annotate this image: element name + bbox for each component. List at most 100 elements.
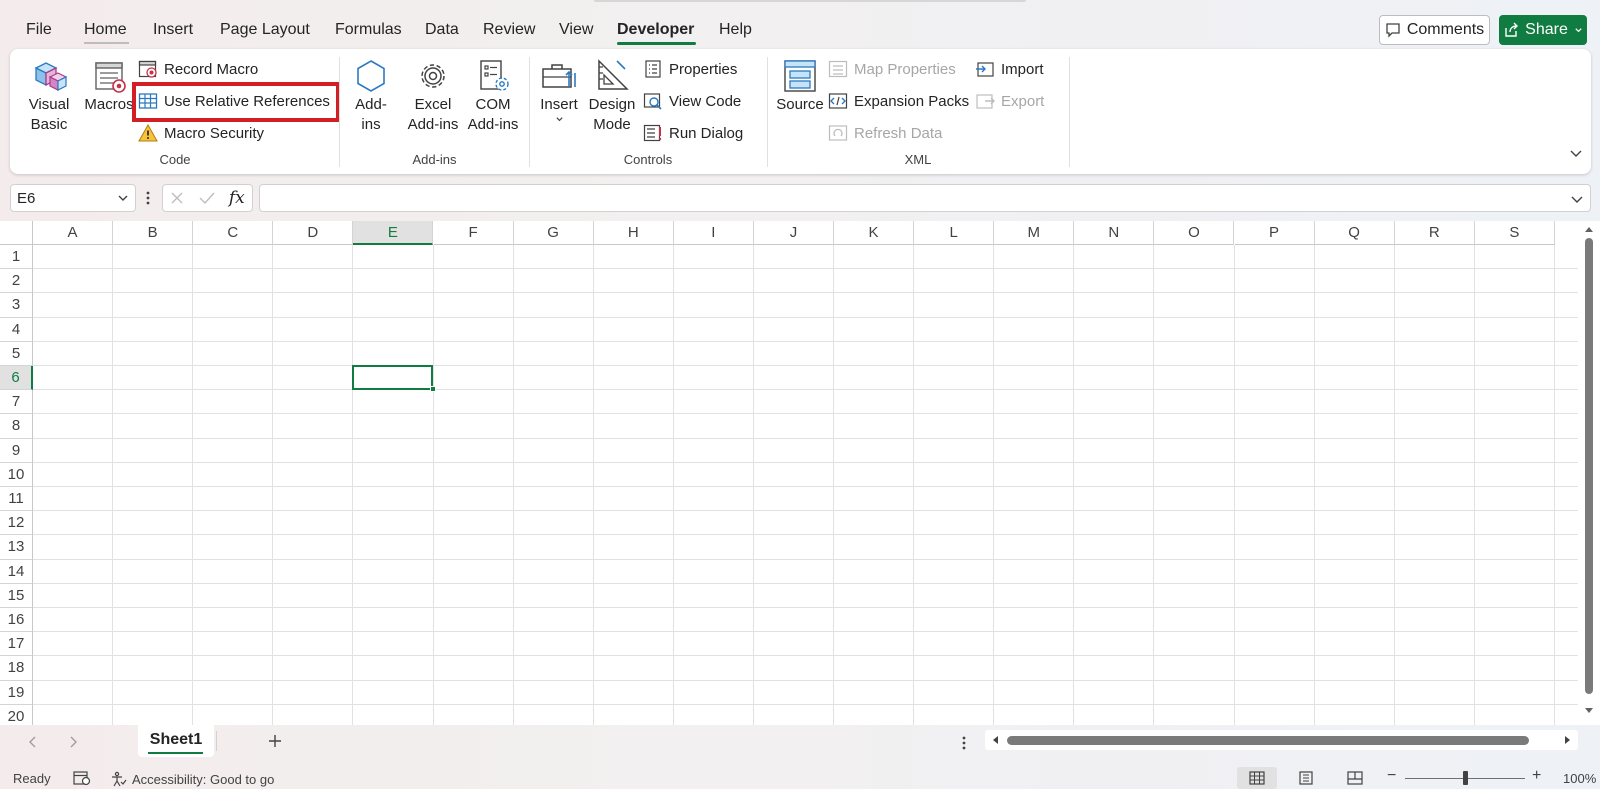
enter-check-icon[interactable] [199,191,215,205]
chevron-right-icon[interactable] [68,736,78,748]
fill-handle[interactable] [429,386,436,393]
column-header-r[interactable]: R [1394,221,1475,245]
add-ins-button[interactable]: Add- ins [347,57,395,135]
column-header-l[interactable]: L [914,221,995,245]
column-header-m[interactable]: M [994,221,1075,245]
column-header-k[interactable]: K [834,221,915,245]
row-header-2[interactable]: 2 [0,269,33,294]
macro-security-button[interactable]: Macro Security [138,123,264,143]
tab-insert[interactable]: Insert [153,21,193,39]
row-header-1[interactable]: 1 [0,245,33,270]
horizontal-scroll-thumb[interactable] [1007,736,1529,745]
row-header-13[interactable]: 13 [0,535,33,560]
scroll-left-icon[interactable] [991,735,999,745]
chevron-down-icon[interactable] [1570,192,1584,206]
map-properties-button[interactable]: Map Properties [828,59,956,79]
add-sheet-icon[interactable] [268,734,282,748]
row-header-15[interactable]: 15 [0,583,33,608]
column-header-s[interactable]: S [1474,221,1555,245]
com-add-ins-button[interactable]: COM Add-ins [463,57,523,135]
column-header-p[interactable]: P [1234,221,1315,245]
tab-formulas[interactable]: Formulas [335,21,402,39]
column-header-j[interactable]: J [753,221,834,245]
more-options-icon[interactable] [961,735,967,751]
row-header-7[interactable]: 7 [0,390,33,415]
row-header-14[interactable]: 14 [0,559,33,584]
select-all-corner[interactable] [0,221,33,245]
row-header-11[interactable]: 11 [0,487,33,512]
macros-button[interactable]: Macros [81,57,137,115]
column-header-i[interactable]: I [673,221,754,245]
visual-basic-button[interactable]: Visual Basic [16,57,82,135]
column-header-d[interactable]: D [273,221,354,245]
record-macro-button[interactable]: Record Macro [138,59,258,79]
zoom-out-button[interactable]: − [1387,767,1396,785]
column-header-f[interactable]: F [433,221,514,245]
column-header-h[interactable]: H [593,221,674,245]
row-header-12[interactable]: 12 [0,511,33,536]
column-header-o[interactable]: O [1154,221,1235,245]
row-header-5[interactable]: 5 [0,341,33,366]
macro-recording-icon[interactable] [73,770,91,786]
worksheet-grid[interactable]: A B C D E F G H I J K L M N O P Q R S 1 2 3 4 5 6 7 8 9 10 11 12 13 14 15… [0,221,1578,725]
share-button[interactable]: Share [1499,15,1587,45]
accessibility-status[interactable]: Accessibility: Good to go [111,771,274,787]
vertical-scrollbar[interactable] [1578,221,1600,725]
cancel-icon[interactable] [170,191,184,205]
column-header-c[interactable]: C [193,221,274,245]
row-header-10[interactable]: 10 [0,462,33,487]
column-header-e[interactable]: E [353,221,434,245]
more-options-icon[interactable] [145,190,151,206]
scroll-up-icon[interactable] [1584,225,1594,233]
column-header-g[interactable]: G [513,221,594,245]
page-layout-view-button[interactable] [1286,767,1326,789]
normal-view-button[interactable] [1237,767,1277,789]
ribbon-collapse-button[interactable] [1569,146,1583,163]
row-header-9[interactable]: 9 [0,438,33,463]
row-header-8[interactable]: 8 [0,414,33,439]
refresh-data-button[interactable]: Refresh Data [828,123,942,143]
tab-view[interactable]: View [559,21,593,39]
row-header-16[interactable]: 16 [0,608,33,633]
expansion-packs-button[interactable]: Expansion Packs [828,91,969,111]
tab-home[interactable]: Home [84,21,127,39]
tab-developer[interactable]: Developer [617,21,694,39]
column-header-b[interactable]: B [113,221,194,245]
zoom-level[interactable]: 100% [1563,771,1596,786]
column-header-a[interactable]: A [33,221,114,245]
page-break-preview-button[interactable] [1335,767,1375,789]
row-header-4[interactable]: 4 [0,317,33,342]
xml-export-button[interactable]: Export [975,91,1044,111]
horizontal-scrollbar[interactable] [985,730,1578,750]
column-header-q[interactable]: Q [1314,221,1395,245]
tab-page-layout[interactable]: Page Layout [220,21,310,39]
scroll-right-icon[interactable] [1564,735,1572,745]
formula-input[interactable] [259,184,1591,212]
row-header-3[interactable]: 3 [0,293,33,318]
row-header-19[interactable]: 19 [0,680,33,705]
chevron-left-icon[interactable] [28,736,38,748]
zoom-slider-thumb[interactable] [1463,771,1468,785]
active-cell[interactable] [352,365,434,391]
xml-import-button[interactable]: Import [975,59,1044,79]
tab-data[interactable]: Data [425,21,459,39]
run-dialog-button[interactable]: Run Dialog [643,123,743,143]
xml-source-button[interactable]: Source [772,57,828,115]
tab-file[interactable]: File [26,21,52,39]
row-header-6[interactable]: 6 [0,366,33,391]
insert-function-button[interactable]: fx [229,188,245,208]
view-code-button[interactable]: View Code [643,91,741,111]
insert-controls-button[interactable]: Insert [536,57,582,124]
scroll-down-icon[interactable] [1584,707,1594,715]
column-header-n[interactable]: N [1074,221,1155,245]
comments-button[interactable]: Comments [1379,15,1490,45]
design-mode-button[interactable]: Design Mode [586,57,638,135]
row-header-18[interactable]: 18 [0,656,33,681]
row-header-17[interactable]: 17 [0,632,33,657]
excel-add-ins-button[interactable]: Excel Add-ins [403,57,463,135]
name-box[interactable]: E6 [10,184,136,212]
tab-help[interactable]: Help [719,21,752,39]
vertical-scroll-thumb[interactable] [1585,238,1593,694]
row-header-20[interactable]: 20 [0,704,33,725]
zoom-in-button[interactable]: + [1532,767,1541,785]
